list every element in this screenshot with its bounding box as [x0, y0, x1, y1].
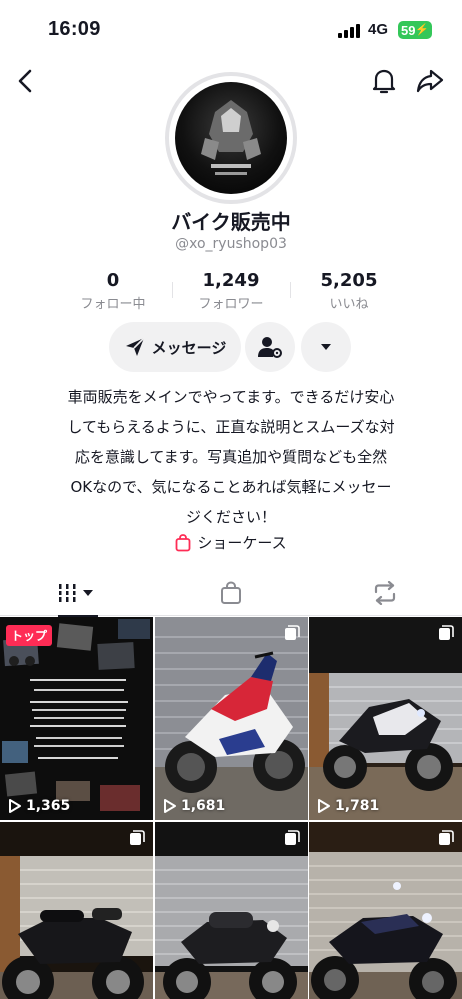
bio-line: OKなので、気になることあれば気軽にメッセー: [70, 478, 392, 496]
send-icon: [125, 337, 145, 356]
tab-reposts[interactable]: [308, 570, 462, 616]
caret-down-icon: [321, 344, 331, 350]
video-thumbnail: [0, 822, 153, 999]
stat-followers[interactable]: 1,249 フォロワー: [176, 270, 286, 312]
bio-line: してもらえるように、正直な説明とスムーズな対: [67, 418, 395, 436]
shopping-bag-icon: [175, 533, 191, 551]
status-bar: 16:09 4G 59 ⚡: [0, 0, 462, 60]
view-count: 1,781: [317, 798, 379, 814]
share-button[interactable]: [414, 64, 446, 98]
multi-image-icon: [285, 625, 300, 640]
signal-icon: [338, 24, 360, 38]
grid-icon: [58, 584, 93, 602]
video-thumbnail: [309, 617, 462, 820]
share-icon: [416, 69, 444, 93]
bio-line: 車両販売をメインでやってます。できるだけ安心: [67, 388, 395, 406]
message-button[interactable]: メッセージ: [109, 322, 241, 372]
showcase-link[interactable]: ショーケース: [0, 532, 462, 553]
video-tile[interactable]: [0, 822, 153, 999]
video-tile[interactable]: [155, 822, 308, 999]
showcase-label: ショーケース: [197, 534, 287, 552]
play-icon: [318, 799, 330, 813]
bio: 車両販売をメインでやってます。できるだけ安心 してもらえるように、正直な説明とス…: [40, 382, 422, 532]
stat-label: フォロワー: [198, 297, 264, 312]
multi-image-icon: [285, 830, 300, 845]
stat-value: 1,249: [202, 270, 260, 291]
video-tile[interactable]: 1,681: [155, 617, 308, 820]
profile-tabs: [0, 570, 462, 617]
tab-videos[interactable]: [0, 570, 154, 617]
bio-line: 応を意識してます。写真追加や質問なども全然: [74, 448, 388, 466]
stat-value: 0: [106, 270, 120, 291]
multi-image-icon: [439, 625, 454, 640]
divider: [290, 282, 291, 298]
chevron-left-icon: [18, 69, 32, 93]
avatar-image: [175, 82, 287, 194]
stat-label: いいね: [329, 297, 369, 312]
multi-image-icon: [439, 830, 454, 845]
divider: [172, 282, 173, 298]
tab-shop[interactable]: [154, 570, 308, 616]
pinned-badge: トップ: [6, 625, 53, 646]
battery-icon: 59 ⚡: [398, 21, 432, 39]
follow-settings-button[interactable]: [245, 322, 295, 372]
view-count-value: 1,365: [26, 798, 71, 814]
view-count-value: 1,781: [335, 798, 380, 814]
back-button[interactable]: [10, 64, 40, 98]
notification-button[interactable]: [368, 64, 400, 98]
display-name: バイク販売中: [171, 210, 291, 234]
view-count: 1,365: [8, 798, 70, 814]
shopping-bag-icon: [221, 581, 241, 604]
bell-icon: [372, 69, 396, 94]
more-button[interactable]: [301, 322, 351, 372]
user-settings-icon: [258, 337, 282, 358]
network-label: 4G: [368, 21, 389, 38]
video-tile[interactable]: [309, 822, 462, 999]
video-thumbnail: [155, 822, 308, 999]
view-count-value: 1,681: [181, 798, 226, 814]
stat-value: 5,205: [320, 270, 378, 291]
avatar[interactable]: [165, 72, 297, 204]
repost-icon: [374, 581, 396, 605]
video-thumbnail: [0, 617, 153, 820]
play-icon: [164, 799, 176, 813]
charging-icon: ⚡: [415, 24, 429, 36]
play-icon: [9, 799, 21, 813]
view-count: 1,681: [163, 798, 225, 814]
battery-level: 59: [401, 22, 416, 38]
stat-label: フォロー中: [80, 297, 146, 312]
video-thumbnail: [309, 822, 462, 999]
bio-line: ジください！: [185, 508, 276, 526]
message-button-label: メッセージ: [151, 338, 227, 357]
video-thumbnail: [155, 617, 308, 820]
video-tile[interactable]: 1,781: [309, 617, 462, 820]
status-time: 16:09: [48, 18, 101, 40]
stat-following[interactable]: 0 フォロー中: [58, 270, 168, 312]
username: @xo_ryushop03: [175, 236, 287, 252]
multi-image-icon: [130, 830, 145, 845]
video-tile[interactable]: トップ 1,365: [0, 617, 153, 820]
stat-likes[interactable]: 5,205 いいね: [294, 270, 404, 312]
